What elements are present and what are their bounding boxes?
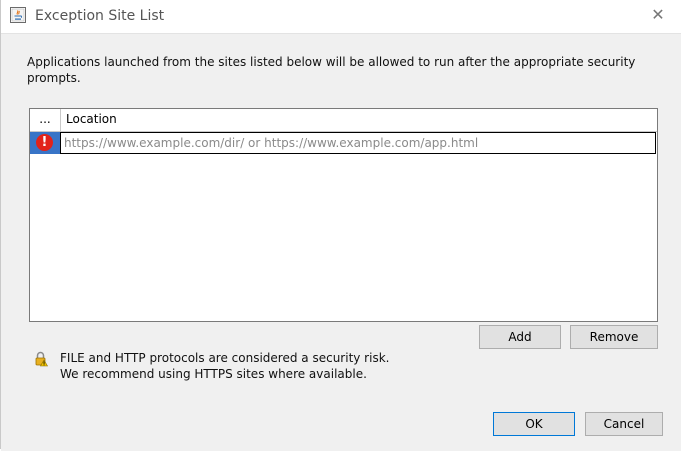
table-row[interactable]: ! (30, 132, 657, 154)
error-icon: ! (36, 134, 53, 151)
table-header: ... Location (30, 109, 657, 132)
location-input[interactable] (60, 132, 656, 154)
exception-site-list-dialog: Exception Site List ✕ Applications launc… (0, 0, 681, 451)
cancel-button[interactable]: Cancel (585, 412, 663, 436)
site-table: ... Location ! (29, 108, 658, 322)
warning-line-1: FILE and HTTP protocols are considered a… (60, 351, 390, 365)
security-warning-text: FILE and HTTP protocols are considered a… (60, 350, 389, 382)
window-title: Exception Site List (35, 8, 165, 24)
column-header-status[interactable]: ... (30, 109, 61, 131)
padlock-warning-icon (35, 351, 49, 367)
dialog-content: Applications launched from the sites lis… (1, 33, 681, 451)
add-button[interactable]: Add (479, 325, 561, 349)
column-header-location[interactable]: Location (66, 109, 117, 131)
description-text: Applications launched from the sites lis… (27, 55, 636, 85)
title-bar[interactable]: Exception Site List ✕ (1, 0, 681, 33)
java-icon (10, 7, 26, 23)
close-icon: ✕ (651, 7, 665, 24)
close-button[interactable]: ✕ (638, 0, 678, 32)
row-status-cell[interactable]: ! (30, 132, 60, 154)
warning-line-2: We recommend using HTTPS sites where ava… (60, 367, 367, 381)
remove-button[interactable]: Remove (570, 325, 658, 349)
ok-button[interactable]: OK (493, 412, 575, 436)
